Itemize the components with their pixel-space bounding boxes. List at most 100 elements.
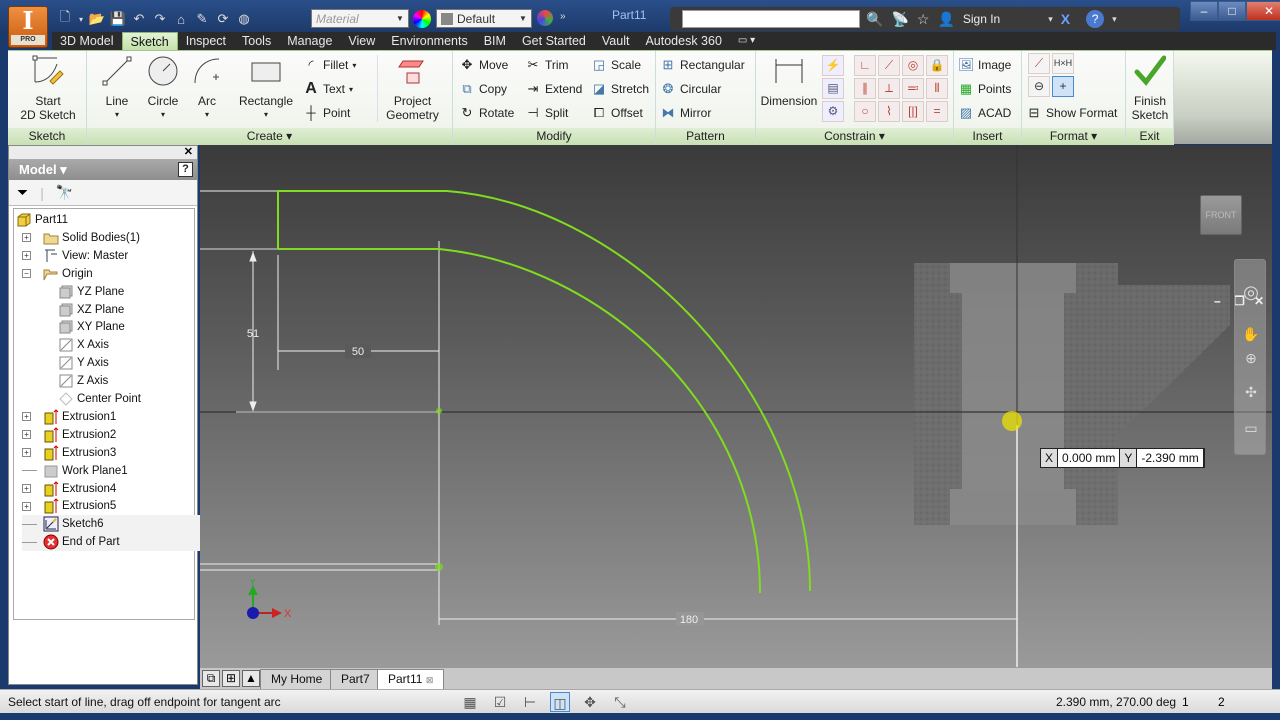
tree-node[interactable]: + Extrusion1	[22, 408, 116, 426]
equal-constraint-icon[interactable]: =	[926, 101, 948, 122]
construction-icon[interactable]: ⟋	[1028, 53, 1050, 74]
stretch-button[interactable]: ◪ Stretch	[591, 79, 649, 99]
new-icon[interactable]: 🗋	[56, 8, 74, 30]
doc-tab-my-home[interactable]: My Home	[260, 669, 334, 689]
circular-pattern-button[interactable]: ❂ Circular	[660, 79, 722, 99]
dimension-button[interactable]: Dimension	[758, 55, 820, 108]
expand-icon[interactable]: +	[22, 430, 31, 440]
panel-title-create[interactable]: Create ▾	[87, 128, 452, 145]
tree-node[interactable]: XZ Plane	[58, 301, 124, 319]
tab-autodesk-360[interactable]: Autodesk 360	[637, 32, 729, 50]
expand-icon[interactable]: +	[22, 484, 31, 493]
concentric-constraint-icon[interactable]: ◎	[902, 55, 924, 76]
arc-button[interactable]: Arc ▾	[187, 55, 227, 122]
relax-mode-icon[interactable]: ⤡	[610, 692, 630, 712]
tree-node[interactable]: Sketch6	[22, 515, 202, 534]
insert-image-button[interactable]: 🖼 Image	[958, 55, 1011, 75]
tree-node[interactable]: + Solid Bodies(1)	[22, 229, 140, 247]
tree-node[interactable]: YZ Plane	[58, 283, 124, 301]
update-icon[interactable]: ⟳	[214, 11, 232, 27]
close-tab-icon[interactable]: ⊠	[426, 675, 434, 685]
expand-icon[interactable]: +	[22, 251, 31, 261]
insert-points-button[interactable]: ▦ Points	[958, 79, 1012, 99]
tree-node[interactable]: Work Plane1	[22, 462, 128, 480]
zoom-icon[interactable]: ⊕	[1241, 350, 1261, 367]
close-browser-icon[interactable]: ✕	[184, 145, 193, 158]
help-icon[interactable]: ?	[178, 162, 193, 177]
coincident-constraint-icon[interactable]: ∟	[854, 55, 876, 76]
material-browser-icon[interactable]: ◍	[235, 11, 253, 27]
search-input[interactable]	[682, 10, 860, 28]
perpendicular-constraint-icon[interactable]: ⟂	[878, 78, 900, 99]
home-icon[interactable]: ⌂	[172, 12, 190, 27]
tree-node[interactable]: Z Axis	[58, 372, 108, 390]
text-button[interactable]: A Text ▾	[303, 79, 353, 99]
appearance-dropdown[interactable]: Default ▼	[436, 9, 532, 28]
tree-node[interactable]: End of Part	[22, 533, 202, 552]
expand-icon[interactable]: +	[22, 233, 31, 243]
undo-icon[interactable]: ↶	[130, 11, 148, 27]
tree-node[interactable]: − Origin	[22, 265, 93, 283]
chevron-down-icon[interactable]: ▾	[1112, 14, 1117, 25]
horizontal-constraint-icon[interactable]: ≕	[902, 78, 924, 99]
mirror-button[interactable]: ⧓ Mirror	[660, 103, 712, 123]
grid-snap-icon[interactable]: ▦	[460, 692, 480, 712]
tree-node[interactable]: + Extrusion2	[22, 426, 116, 444]
viewport-minimize-button[interactable]: –	[1214, 294, 1221, 308]
parallel-constraint-icon[interactable]: ∥	[854, 78, 876, 99]
vertical-constraint-icon[interactable]: ⦀	[926, 78, 948, 99]
graphics-viewport[interactable]: 51 50 180 X Y – ❐ ✕	[200, 145, 1272, 667]
close-button[interactable]: ✕	[1246, 1, 1280, 21]
x-value-input[interactable]: 0.000 mm	[1058, 449, 1121, 467]
ribbon-options-icon[interactable]: ▭ ▾	[730, 32, 763, 50]
browser-titlebar[interactable]: ✕	[9, 146, 197, 160]
panel-title-constrain[interactable]: Constrain ▾	[756, 128, 953, 145]
doc-tab-part11[interactable]: Part11 ⊠	[377, 669, 445, 689]
rotate-button[interactable]: ↻ Rotate	[459, 103, 515, 123]
offset-button[interactable]: ⧠ Offset	[591, 103, 643, 123]
tab-get-started[interactable]: Get Started	[514, 32, 594, 50]
favorites-star-icon[interactable]: ☆	[917, 11, 930, 28]
sign-in-button[interactable]: Sign In	[963, 12, 1000, 26]
clear-appearance-icon[interactable]	[537, 10, 553, 26]
pan-hand-icon[interactable]: ✋	[1241, 326, 1261, 343]
expand-icon[interactable]: +	[22, 412, 31, 422]
maximize-button[interactable]: □	[1218, 1, 1246, 21]
circle-button[interactable]: Circle ▾	[141, 55, 185, 122]
minimize-button[interactable]: –	[1190, 1, 1218, 21]
point-button[interactable]: ┼ Point	[303, 103, 350, 123]
steering-wheel-icon[interactable]: ◎	[1241, 282, 1261, 303]
look-at-sketch-icon[interactable]: ◫	[550, 692, 570, 712]
y-value-input[interactable]: -2.390 mm	[1137, 449, 1204, 467]
model-header[interactable]: Model ▾?	[9, 160, 197, 180]
search-key-icon[interactable]: 🔍	[866, 11, 883, 28]
tree-node[interactable]: X Axis	[58, 336, 109, 354]
find-binoculars-icon[interactable]: 🔭	[56, 184, 73, 201]
tab-sketch[interactable]: Sketch	[121, 32, 178, 50]
filter-icon[interactable]: ⏷	[17, 184, 28, 201]
dimension-display-icon[interactable]: ⊢	[520, 692, 540, 712]
tab-tools[interactable]: Tools	[234, 32, 279, 50]
tile-icon[interactable]: ⊞	[222, 670, 240, 687]
constraint-inference-icon[interactable]: ☑	[490, 692, 510, 712]
tree-node[interactable]: Y Axis	[58, 354, 109, 372]
degrees-of-freedom-icon[interactable]: ✥	[580, 692, 600, 712]
tab-bim[interactable]: BIM	[476, 32, 514, 50]
constraint-settings-icon[interactable]: ⚙	[822, 101, 844, 122]
tangent-constraint-icon[interactable]: ○	[854, 101, 876, 122]
collinear-constraint-icon[interactable]: ⟋	[878, 55, 900, 76]
help-icon[interactable]: ?	[1086, 10, 1105, 28]
application-menu-button[interactable]: I PRO	[8, 6, 48, 48]
show-constraints-icon[interactable]: ▤	[822, 78, 844, 99]
tab-view[interactable]: View	[340, 32, 383, 50]
project-geometry-button[interactable]: Project Geometry	[377, 55, 447, 122]
center-point-icon[interactable]: +	[1052, 76, 1074, 97]
sketch-canvas[interactable]: 51 50 180 X Y	[200, 145, 1272, 667]
split-button[interactable]: ⊣ Split	[525, 103, 568, 123]
show-format-button[interactable]: ⊟ Show Format	[1026, 103, 1118, 123]
collapse-icon[interactable]: −	[22, 269, 31, 279]
insert-acad-button[interactable]: ▨ ACAD	[958, 103, 1012, 123]
tab-3d-model[interactable]: 3D Model	[52, 32, 122, 50]
open-icon[interactable]: 📂	[88, 11, 106, 27]
tree-node[interactable]: Center Point	[58, 390, 141, 408]
